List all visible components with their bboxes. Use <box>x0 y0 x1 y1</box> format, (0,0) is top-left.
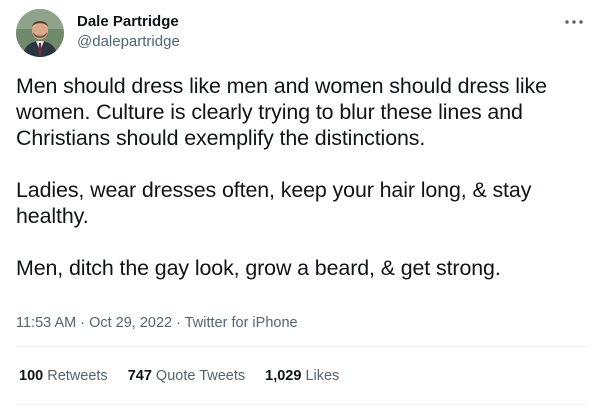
quote-tweets-label: Quote Tweets <box>155 368 246 384</box>
tweet-source[interactable]: Twitter for iPhone <box>185 315 298 331</box>
author-display-name[interactable]: Dale Partridge <box>77 12 180 32</box>
tweet-stats: 100 Retweets 747 Quote Tweets 1,029 Like… <box>19 366 339 386</box>
tweet-meta: 11:53 AM · Oct 29, 2022 · Twitter for iP… <box>16 313 298 333</box>
meta-separator: · <box>76 315 90 331</box>
tweet-text: Men should dress like men and women shou… <box>16 73 591 281</box>
tweet-paragraph: Ladies, wear dresses often, keep your ha… <box>16 178 532 228</box>
author-info: Dale Partridge @dalepartridge <box>77 12 180 52</box>
avatar[interactable] <box>16 9 64 57</box>
likes-stat[interactable]: 1,029 Likes <box>265 366 339 386</box>
retweets-count: 100 <box>19 368 44 384</box>
tweet-paragraph: Men should dress like men and women shou… <box>16 74 547 150</box>
divider <box>16 404 588 405</box>
tweet-time[interactable]: 11:53 AM <box>16 315 76 331</box>
author-handle[interactable]: @dalepartridge <box>77 32 180 52</box>
profile-photo-icon <box>16 9 64 57</box>
divider <box>16 346 588 347</box>
tweet-card: Dale Partridge @dalepartridge Men should… <box>0 0 604 414</box>
more-options-button[interactable] <box>562 12 586 32</box>
retweets-stat[interactable]: 100 Retweets <box>19 366 108 386</box>
meta-separator: · <box>172 315 185 331</box>
tweet-date[interactable]: Oct 29, 2022 <box>89 315 172 331</box>
likes-label: Likes <box>305 368 340 384</box>
likes-count: 1,029 <box>265 368 302 384</box>
tweet-paragraph: Men, ditch the gay look, grow a beard, &… <box>16 256 501 280</box>
ellipsis-icon <box>565 20 583 24</box>
retweets-label: Retweets <box>47 368 108 384</box>
quote-tweets-count: 747 <box>127 368 152 384</box>
quote-tweets-stat[interactable]: 747 Quote Tweets <box>128 366 245 386</box>
